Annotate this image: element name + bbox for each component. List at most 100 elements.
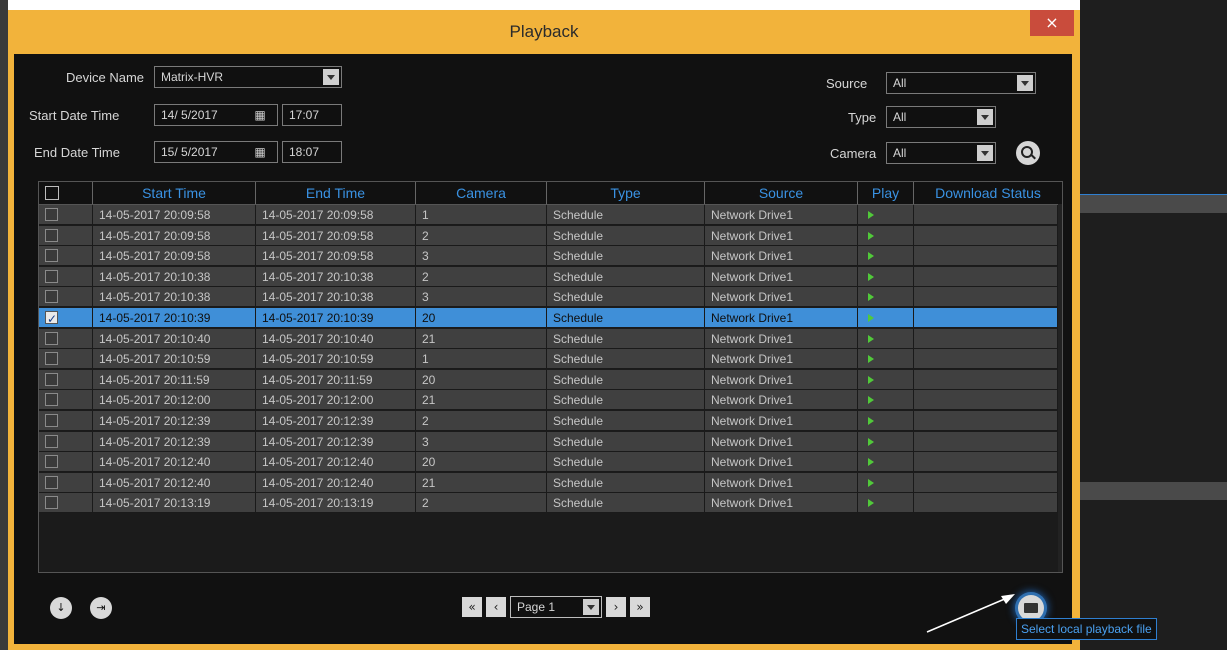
- row-checkbox[interactable]: [45, 372, 58, 386]
- end-cell: 14-05-2017 20:10:39: [256, 308, 416, 328]
- row-checkbox[interactable]: [45, 475, 58, 489]
- source-select[interactable]: All: [886, 72, 1036, 94]
- calendar-icon[interactable]: ▦: [253, 108, 267, 122]
- header-select-all[interactable]: [39, 182, 93, 204]
- table-row[interactable]: 14-05-2017 20:11:59 14-05-2017 20:11:59 20…: [39, 369, 1062, 390]
- row-checkbox[interactable]: [45, 331, 58, 345]
- prev-page-icon[interactable]: ‹: [486, 597, 506, 617]
- play-icon[interactable]: [868, 458, 874, 467]
- row-checkbox[interactable]: [45, 249, 58, 263]
- row-checkbox-cell: [39, 411, 93, 431]
- last-page-glyph: »: [636, 600, 644, 614]
- end-cell: 14-05-2017 20:11:59: [256, 369, 416, 390]
- table-row[interactable]: 14-05-2017 20:12:39 14-05-2017 20:12:39 3 S…: [39, 431, 1062, 452]
- dropdown-arrow-icon: [977, 145, 993, 161]
- search-icon[interactable]: [1016, 141, 1040, 165]
- table-row[interactable]: 14-05-2017 20:12:00 14-05-2017 20:12:00 21…: [39, 390, 1062, 411]
- last-page-icon[interactable]: »: [630, 597, 650, 617]
- row-checkbox[interactable]: [45, 208, 58, 221]
- row-checkbox[interactable]: [45, 290, 58, 304]
- status-cell: [914, 308, 1058, 328]
- end-time-field[interactable]: 18:07: [282, 141, 342, 163]
- camera-cell: 21: [416, 328, 547, 349]
- table-row[interactable]: 14-05-2017 20:12:39 14-05-2017 20:12:39 2 S…: [39, 411, 1062, 431]
- play-icon[interactable]: [868, 314, 874, 322]
- play-icon[interactable]: [868, 396, 874, 405]
- header-end-time[interactable]: End Time: [256, 182, 416, 204]
- start-time-value: 17:07: [289, 108, 320, 122]
- type-select[interactable]: All: [886, 106, 996, 128]
- table-row[interactable]: 14-05-2017 20:13:19 14-05-2017 20:13:19 2 S…: [39, 493, 1062, 514]
- header-download-status[interactable]: Download Status: [914, 182, 1062, 204]
- row-checkbox[interactable]: [45, 352, 58, 366]
- play-icon[interactable]: [868, 478, 874, 487]
- status-cell: [914, 493, 1058, 514]
- table-row[interactable]: 14-05-2017 20:09:58 14-05-2017 20:09:58 2 S…: [39, 225, 1062, 246]
- camera-cell: 2: [416, 411, 547, 431]
- play-icon[interactable]: [868, 293, 874, 302]
- select-all-checkbox[interactable]: [45, 186, 59, 200]
- play-icon[interactable]: [868, 437, 874, 446]
- header-play[interactable]: Play: [858, 182, 914, 204]
- header-camera[interactable]: Camera: [416, 182, 547, 204]
- play-icon[interactable]: [868, 272, 874, 281]
- play-icon[interactable]: [868, 499, 874, 508]
- row-checkbox[interactable]: [45, 309, 58, 327]
- end-cell: 14-05-2017 20:12:39: [256, 411, 416, 431]
- table-row[interactable]: 14-05-2017 20:09:58 14-05-2017 20:09:58 1 S…: [39, 205, 1062, 225]
- type-cell: Schedule: [547, 369, 705, 390]
- play-cell: [858, 390, 914, 411]
- play-icon[interactable]: [868, 417, 874, 425]
- header-source[interactable]: Source: [705, 182, 858, 204]
- end-date-label: End Date Time: [34, 145, 120, 160]
- source-cell: Network Drive1: [705, 452, 858, 473]
- start-time-field[interactable]: 17:07: [282, 104, 342, 126]
- next-page-icon[interactable]: ›: [606, 597, 626, 617]
- row-checkbox[interactable]: [45, 269, 58, 283]
- play-cell: [858, 349, 914, 370]
- table-row[interactable]: 14-05-2017 20:12:40 14-05-2017 20:12:40 20…: [39, 452, 1062, 473]
- page-select[interactable]: Page 1: [510, 596, 602, 618]
- play-icon[interactable]: [868, 375, 874, 384]
- table-row[interactable]: 14-05-2017 20:10:38 14-05-2017 20:10:38 2 S…: [39, 266, 1062, 287]
- row-checkbox[interactable]: [45, 455, 58, 469]
- header-start-time[interactable]: Start Time: [93, 182, 256, 204]
- table-row[interactable]: 14-05-2017 20:10:3914-05-2017 20:10:3920…: [39, 308, 1062, 328]
- source-cell: Network Drive1: [705, 431, 858, 452]
- play-icon[interactable]: [868, 211, 874, 219]
- recordings-table: Start Time End Time Camera Type Source P…: [38, 181, 1063, 573]
- row-checkbox[interactable]: [45, 434, 58, 448]
- table-row[interactable]: 14-05-2017 20:10:38 14-05-2017 20:10:38 3 S…: [39, 287, 1062, 308]
- table-row[interactable]: 14-05-2017 20:09:58 14-05-2017 20:09:58 3 S…: [39, 246, 1062, 267]
- row-checkbox[interactable]: [45, 414, 58, 427]
- status-cell: [914, 369, 1058, 390]
- export-icon[interactable]: ⇥: [90, 597, 112, 619]
- table-row[interactable]: 14-05-2017 20:10:40 14-05-2017 20:10:40 21…: [39, 328, 1062, 349]
- camera-select[interactable]: All: [886, 142, 996, 164]
- play-icon[interactable]: [868, 355, 874, 364]
- close-button[interactable]: ×: [1030, 10, 1074, 36]
- vertical-scrollbar[interactable]: [1058, 204, 1062, 572]
- row-checkbox[interactable]: [45, 228, 58, 242]
- play-icon[interactable]: [868, 231, 874, 240]
- device-name-select[interactable]: Matrix-HVR: [154, 66, 342, 88]
- download-icon[interactable]: ↓: [50, 597, 72, 619]
- row-checkbox[interactable]: [45, 393, 58, 407]
- desktop-background-top: [0, 0, 1227, 10]
- row-checkbox[interactable]: [45, 496, 58, 510]
- end-date-field[interactable]: 15/ 5/2017 ▦: [154, 141, 278, 163]
- play-icon[interactable]: [868, 252, 874, 261]
- table-row[interactable]: 14-05-2017 20:12:40 14-05-2017 20:12:40 21…: [39, 472, 1062, 493]
- table-row[interactable]: 14-05-2017 20:10:59 14-05-2017 20:10:59 1 S…: [39, 349, 1062, 370]
- status-cell: [914, 472, 1058, 493]
- calendar-icon[interactable]: ▦: [253, 145, 267, 159]
- start-cell: 14-05-2017 20:12:00: [93, 390, 256, 411]
- row-checkbox-cell: [39, 493, 93, 514]
- header-type[interactable]: Type: [547, 182, 705, 204]
- first-page-icon[interactable]: «: [462, 597, 482, 617]
- title-bar[interactable]: Playback ×: [8, 10, 1080, 54]
- row-checkbox-cell: [39, 349, 93, 370]
- start-date-field[interactable]: 14/ 5/2017 ▦: [154, 104, 278, 126]
- play-cell: [858, 205, 914, 225]
- play-icon[interactable]: [868, 334, 874, 343]
